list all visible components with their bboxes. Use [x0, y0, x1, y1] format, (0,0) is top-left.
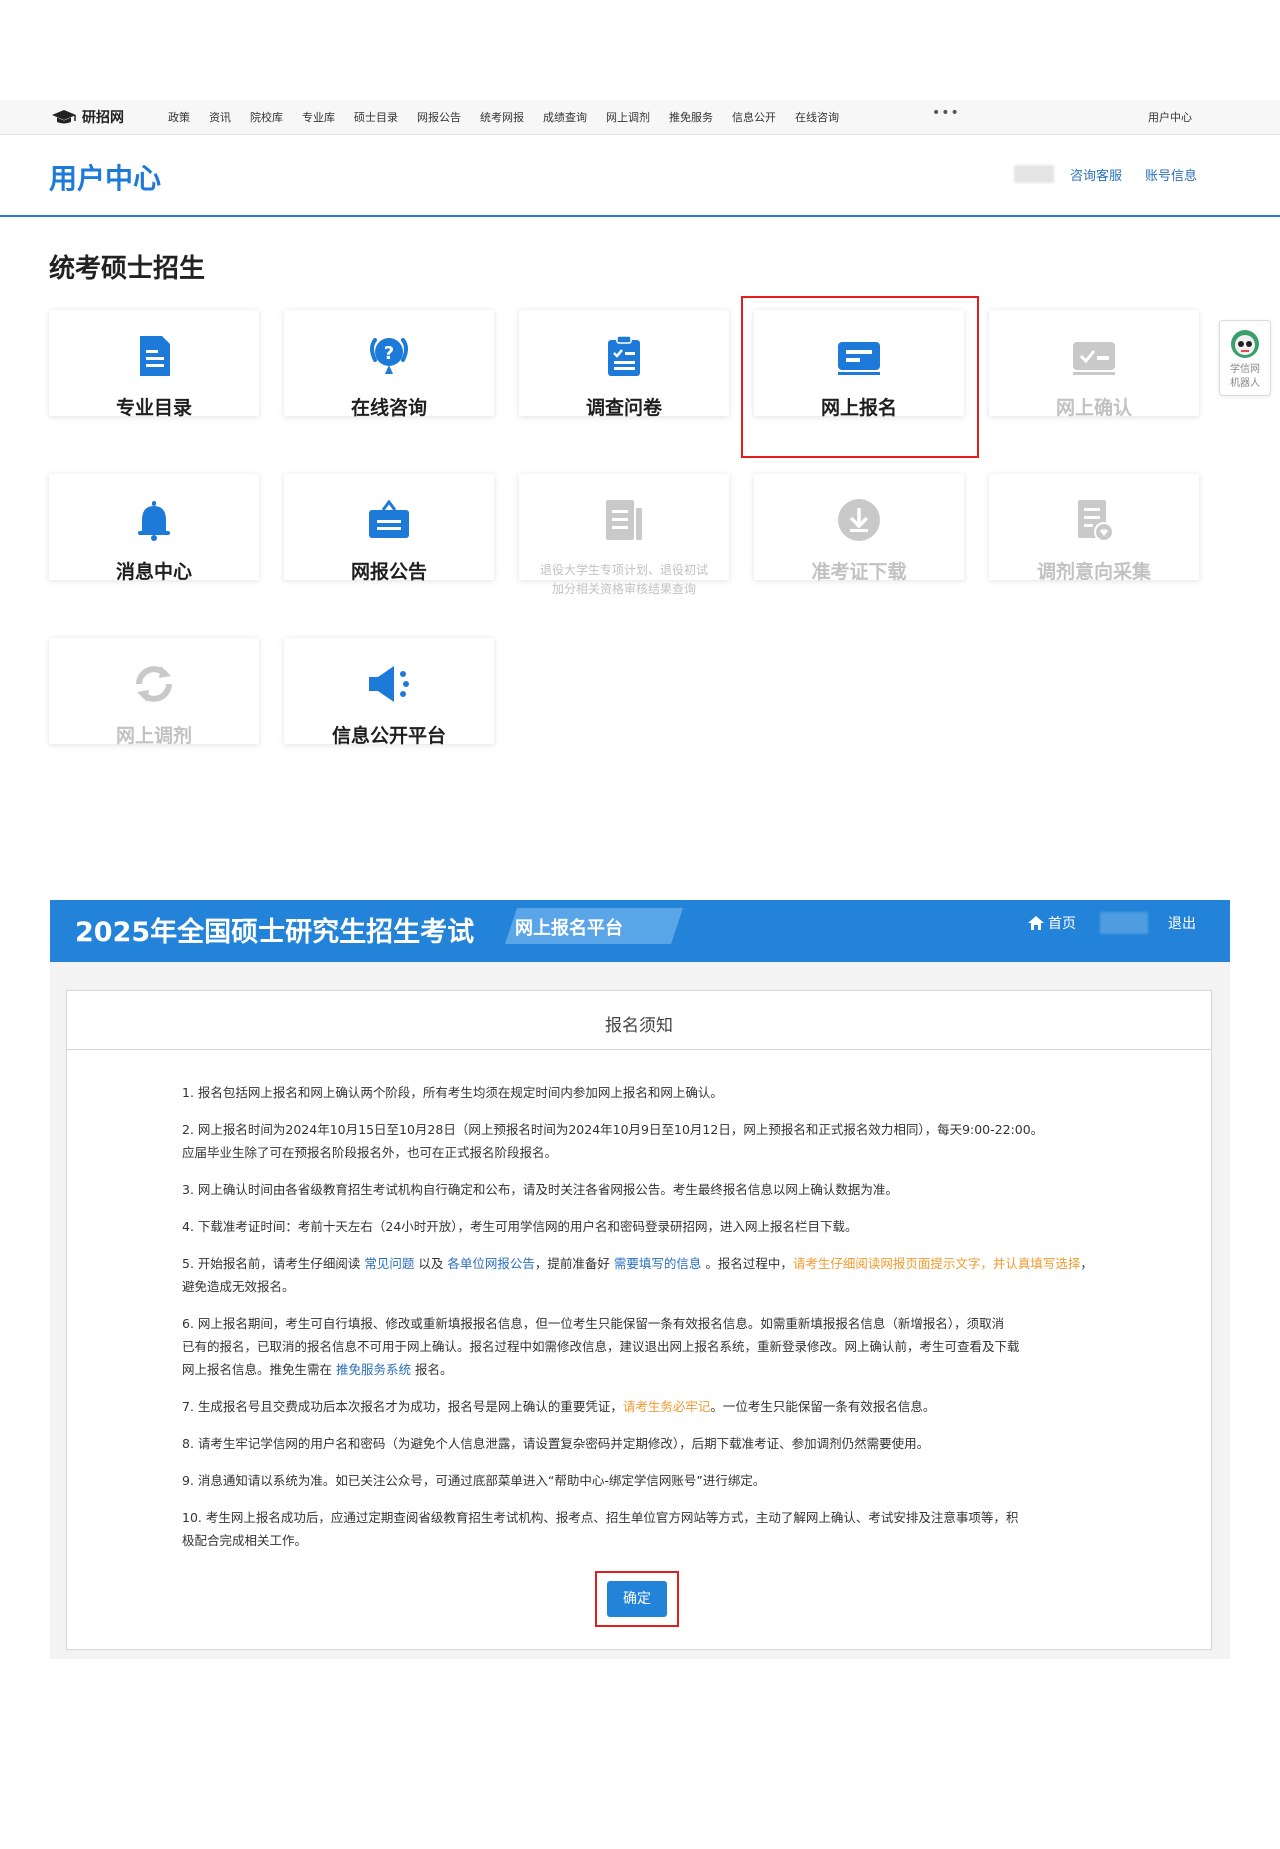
platform-name: 网上报名平台 — [515, 918, 623, 939]
card-label: 网报公告 — [350, 561, 427, 583]
user-center-link[interactable]: 用户中心 — [1148, 109, 1192, 125]
notice-item-8: 8. 请考生牢记学信网的用户名和密码（为避免个人信息泄露，请设置复杂密码并定期修… — [182, 1436, 930, 1451]
registration-notice-panel: 报名须知 1. 报名包括网上报名和网上确认两个阶段，所有考生均须在规定时间内参加… — [66, 990, 1212, 1650]
card-label: 网上确认 — [1055, 397, 1132, 419]
home-icon — [1028, 916, 1044, 930]
notice-item-3: 3. 网上确认时间由各省级教育招生考试机构自行确定和公布，请及时关注各省网报公告… — [182, 1182, 898, 1197]
registration-banner: 2025年全国硕士研究生招生考试 网上报名平台 首页 退出 — [50, 900, 1230, 962]
blurred-username — [1100, 912, 1148, 934]
account-info-link[interactable]: 账号信息 — [1145, 165, 1197, 184]
notice-item-1: 1. 报名包括网上报名和网上确认两个阶段，所有考生均须在规定时间内参加网上报名和… — [182, 1085, 723, 1100]
warning-text: 请考生仔细阅读网报页面提示文字，并认真填写选择 — [792, 1256, 1081, 1271]
card-online-adjustment[interactable]: 网上调剂 — [49, 638, 259, 747]
survey-icon — [608, 335, 640, 376]
card-message-center[interactable]: 消息中心 — [49, 474, 259, 583]
svg-text:?: ? — [384, 343, 394, 364]
panel-title: 报名须知 — [605, 1016, 673, 1036]
nav-item-schools[interactable]: 院校库 — [250, 109, 283, 125]
blurred-username — [1014, 165, 1054, 183]
card-label: 消息中心 — [115, 561, 192, 583]
home-link[interactable]: 首页 — [1028, 913, 1076, 933]
site-logo[interactable]: 研招网 — [50, 107, 124, 127]
announcement-icon — [369, 499, 409, 538]
notice-list: 1. 报名包括网上报名和网上确认两个阶段，所有考生均须在规定时间内参加网上报名和… — [182, 1081, 1102, 1566]
card-admission-ticket[interactable]: 准考证下载 — [754, 474, 964, 583]
card-label: 退役大学生专项计划、退役初试 加分相关资格审核结果查询 — [539, 563, 708, 596]
notice-item-7: 7. 生成报名号且交费成功后本次报名才为成功，报名号是网上确认的重要凭证，请考生… — [182, 1399, 936, 1414]
nav-item-recommendation[interactable]: 推免服务 — [669, 109, 713, 125]
bell-icon — [138, 501, 170, 541]
panel-header: 报名须知 — [67, 991, 1211, 1050]
card-label: 调剂意向采集 — [1036, 561, 1151, 583]
robot-icon — [1231, 330, 1259, 358]
page-title: 用户中心 — [49, 162, 162, 195]
nav-item-registration-notice[interactable]: 网报公告 — [417, 109, 461, 125]
nav-menu: 政策 资讯 院校库 专业库 硕士目录 网报公告 统考网报 成绩查询 网上调剂 推… — [168, 109, 858, 125]
recommendation-system-link[interactable]: 推免服务系统 — [336, 1362, 411, 1377]
notice-item-6: 6. 网上报名期间，考生可自行填报、修改或重新填报报名信息，但一位考生只能保留一… — [182, 1316, 1020, 1377]
card-major-catalog[interactable]: 专业目录 — [49, 310, 259, 419]
card-info-disclosure[interactable]: 信息公开平台 — [284, 638, 494, 747]
card-veteran-qualification[interactable]: 退役大学生专项计划、退役初试 加分相关资格审核结果查询 — [519, 474, 729, 596]
card-label: 调查问卷 — [585, 397, 662, 419]
robot-label: 学信网 机器人 — [1230, 364, 1260, 389]
exam-title: 2025年全国硕士研究生招生考试 — [75, 917, 475, 948]
xuexin-robot-widget[interactable]: 学信网 机器人 — [1219, 320, 1271, 396]
card-survey[interactable]: 调查问卷 — [519, 310, 729, 419]
notice-item-5: 5. 开始报名前，请考生仔细阅读 常见问题 以及 各单位网报公告，提前准备好 需… — [182, 1256, 1093, 1294]
download-icon — [838, 499, 880, 541]
nav-item-online-consult[interactable]: 在线咨询 — [795, 109, 839, 125]
document-icon — [606, 500, 642, 540]
card-label: 信息公开平台 — [331, 725, 446, 747]
nav-item-adjustment[interactable]: 网上调剂 — [606, 109, 650, 125]
catalog-icon — [140, 336, 170, 376]
more-menu-icon[interactable]: ••• — [932, 105, 960, 121]
top-nav: 研招网 政策 资讯 院校库 专业库 硕士目录 网报公告 统考网报 成绩查询 网上… — [0, 100, 1280, 135]
mortarboard-icon — [52, 110, 76, 124]
user-center-header: 用户中心 咨询客服 账号信息 — [0, 135, 1280, 217]
notice-item-10: 10. 考生网上报名成功后，应通过定期查阅省级教育招生考试机构、报考点、招生单位… — [182, 1510, 1019, 1548]
logo-text: 研招网 — [82, 110, 124, 126]
section-title: 统考硕士招生 — [49, 254, 206, 284]
nav-item-master-catalog[interactable]: 硕士目录 — [354, 109, 398, 125]
warning-text: 请考生务必牢记 — [622, 1399, 711, 1414]
nav-item-news[interactable]: 资讯 — [209, 109, 231, 125]
notice-item-4: 4. 下载准考证时间：考前十天左右（24小时开放），考生可用学信网的用户名和密码… — [182, 1219, 858, 1234]
nav-item-info-disclosure[interactable]: 信息公开 — [732, 109, 776, 125]
home-label: 首页 — [1048, 916, 1076, 932]
confirm-icon — [1073, 342, 1115, 375]
card-label: 专业目录 — [115, 397, 192, 419]
unit-notice-link[interactable]: 各单位网报公告 — [447, 1256, 535, 1271]
card-label: 网上调剂 — [115, 725, 192, 747]
notice-item-9: 9. 消息通知请以系统为准。如已关注公众号，可通过底部菜单进入“帮助中心-绑定学… — [182, 1473, 766, 1488]
logout-link[interactable]: 退出 — [1168, 913, 1196, 933]
faq-link[interactable]: 常见问题 — [364, 1256, 414, 1271]
card-label: 在线咨询 — [350, 397, 427, 419]
highlight-box-registration — [741, 296, 979, 458]
card-label: 准考证下载 — [811, 561, 907, 583]
nav-item-majors[interactable]: 专业库 — [302, 109, 335, 125]
card-online-confirm[interactable]: 网上确认 — [989, 310, 1199, 419]
card-online-consult[interactable]: ? 在线咨询 — [284, 310, 494, 419]
nav-item-unified-registration[interactable]: 统考网报 — [480, 109, 524, 125]
required-info-link[interactable]: 需要填写的信息 — [614, 1256, 702, 1271]
refresh-icon — [136, 666, 172, 702]
nav-item-score-query[interactable]: 成绩查询 — [543, 109, 587, 125]
consult-icon: ? — [370, 338, 408, 374]
customer-service-link[interactable]: 咨询客服 — [1070, 165, 1122, 184]
megaphone-icon — [369, 666, 409, 702]
notice-item-2: 2. 网上报名时间为2024年10月15日至10月28日（网上预报名时间为202… — [182, 1122, 1044, 1160]
nav-item-policy[interactable]: 政策 — [168, 109, 190, 125]
card-adjustment-intent[interactable]: 调剂意向采集 — [989, 474, 1199, 583]
highlight-box-confirm — [595, 1571, 679, 1627]
card-registration-notice[interactable]: 网报公告 — [284, 474, 494, 583]
intent-icon — [1078, 500, 1114, 542]
